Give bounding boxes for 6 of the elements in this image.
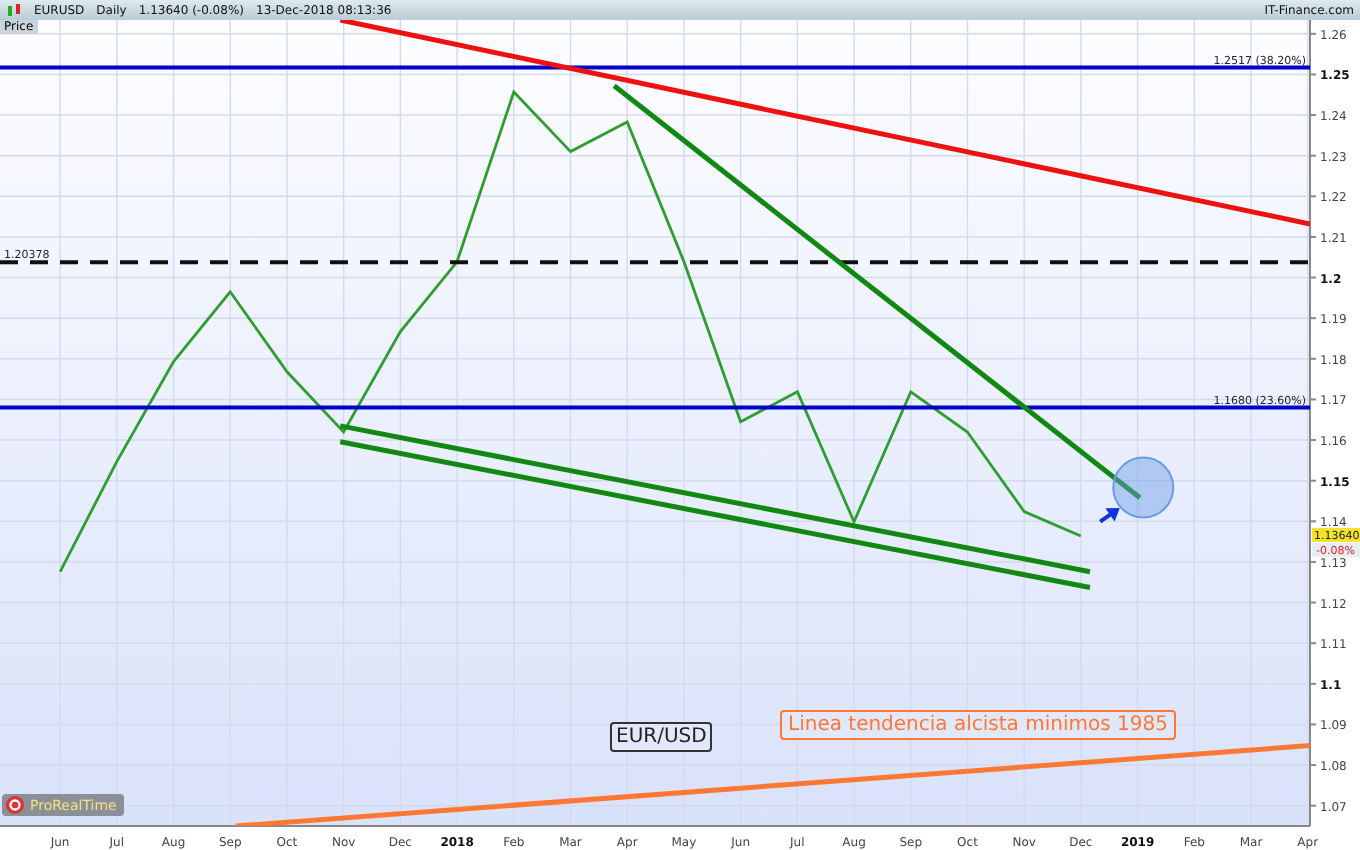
forecast-arrow <box>1099 507 1120 524</box>
target-circle <box>1112 456 1175 519</box>
logo-icon <box>6 796 24 814</box>
candles-icon <box>6 2 22 18</box>
symbol-legend: EUR/USD <box>610 722 713 752</box>
chart-note: Linea tendencia alcista minimos 1985 <box>780 710 1176 740</box>
